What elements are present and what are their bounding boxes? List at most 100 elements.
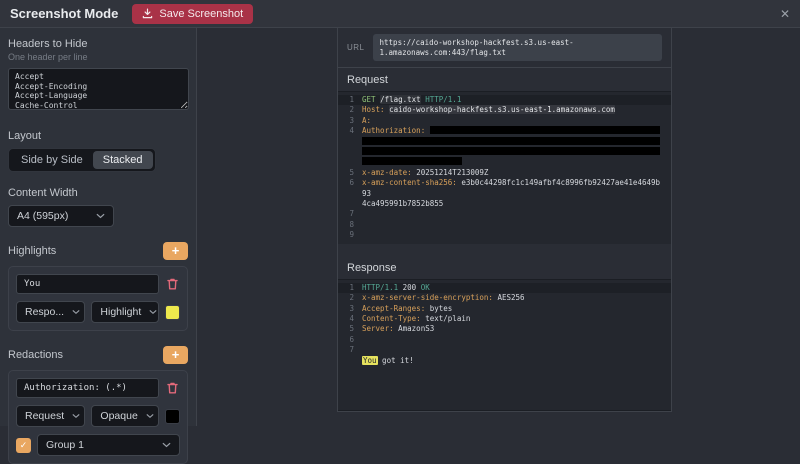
screenshot-preview-panel: URL https://caido-workshop-hackfest.s3.u… — [337, 28, 672, 412]
save-button-label: Save Screenshot — [159, 8, 243, 20]
line-number: 9 — [342, 230, 354, 240]
response-code-editor: 1HTTP/1.1 200 OK2x-amz-server-side-encry… — [338, 279, 671, 411]
line-number: 7 — [342, 209, 354, 219]
line-number: 3 — [342, 304, 354, 314]
redaction-entry-card: Request Opaque ✓ Group 1 — [8, 370, 188, 464]
headers-to-hide-textarea[interactable]: Accept Accept-Encoding Accept-Language C… — [8, 68, 189, 110]
code-line — [338, 137, 671, 147]
code-line: 1GET /flag.txt HTTP/1.1 — [338, 95, 671, 105]
line-number: 8 — [342, 220, 354, 230]
line-number — [342, 147, 354, 157]
url-value: https://caido-workshop-hackfest.s3.us-ea… — [373, 34, 662, 61]
redaction-bar — [430, 126, 660, 134]
line-number: 7 — [342, 345, 354, 355]
redaction-mode-select[interactable]: Opaque — [91, 405, 159, 427]
code-line: 5Server: AmazonS3 — [338, 324, 671, 334]
url-row: URL https://caido-workshop-hackfest.s3.u… — [338, 28, 671, 68]
close-icon[interactable]: ✕ — [780, 8, 790, 20]
trash-icon — [167, 382, 178, 397]
headers-to-hide-hint: One header per line — [8, 52, 188, 62]
line-number: 2 — [342, 105, 354, 115]
code-line: 9 — [338, 230, 671, 240]
line-number: 6 — [342, 178, 354, 199]
line-number: 6 — [342, 335, 354, 345]
line-number — [342, 356, 354, 366]
code-line: 2Host: caido-workshop-hackfest.s3.us-eas… — [338, 105, 671, 115]
page-title: Screenshot Mode — [10, 6, 118, 21]
redaction-bar — [362, 137, 660, 145]
add-highlight-button[interactable]: + — [163, 242, 188, 260]
content-width-value: A4 (595px) — [17, 210, 68, 222]
line-number: 5 — [342, 168, 354, 178]
redaction-bar — [362, 147, 660, 155]
chevron-down-icon — [162, 442, 171, 448]
redaction-target-value: Request — [25, 410, 64, 422]
layout-toggle: Side by Side Stacked — [8, 148, 156, 172]
chevron-down-icon — [72, 413, 80, 419]
redaction-pattern-input[interactable] — [16, 378, 159, 398]
line-number: 4 — [342, 126, 354, 136]
highlight-mode-value: Highlight — [100, 306, 141, 318]
redactions-label: Redactions — [8, 349, 63, 361]
group-select[interactable]: Group 1 — [37, 434, 180, 456]
line-number: 1 — [342, 283, 354, 293]
code-line: 1HTTP/1.1 200 OK — [338, 283, 671, 293]
line-number — [342, 137, 354, 147]
code-line: 6 — [338, 335, 671, 345]
highlight-target-value: Respo... — [25, 306, 64, 318]
highlight-entry-card: Respo... Highlight — [8, 266, 188, 331]
delete-redaction-button[interactable] — [165, 382, 180, 394]
highlight-chip: You — [362, 356, 378, 365]
highlight-color-swatch[interactable] — [165, 305, 180, 320]
chevron-down-icon — [72, 309, 80, 315]
content-width-select[interactable]: A4 (595px) — [8, 205, 114, 227]
trash-icon — [167, 278, 178, 293]
redaction-bar — [362, 157, 462, 165]
line-number: 3 — [342, 116, 354, 126]
save-screenshot-button[interactable]: Save Screenshot — [132, 4, 253, 24]
highlights-label: Highlights — [8, 245, 56, 257]
highlight-pattern-input[interactable] — [16, 274, 159, 294]
code-line: 4ca495991b7852b855 — [338, 199, 671, 209]
code-line — [338, 157, 671, 167]
section-gap — [338, 244, 671, 256]
settings-sidebar: Headers to Hide One header per line Acce… — [0, 28, 197, 426]
line-number: 4 — [342, 314, 354, 324]
code-line: 4Content-Type: text/plain — [338, 314, 671, 324]
highlight-target-select[interactable]: Respo... — [16, 301, 85, 323]
highlight-mode-select[interactable]: Highlight — [91, 301, 159, 323]
layout-option-stacked[interactable]: Stacked — [93, 151, 153, 169]
code-line: 7 — [338, 209, 671, 219]
group-checkbox[interactable]: ✓ — [16, 438, 31, 453]
line-number: 2 — [342, 293, 354, 303]
code-line: You got it! — [338, 356, 671, 366]
code-line: 2x-amz-server-side-encryption: AES256 — [338, 293, 671, 303]
code-line: 8 — [338, 220, 671, 230]
response-section-title: Response — [338, 256, 671, 279]
top-bar: Screenshot Mode Save Screenshot ✕ — [0, 0, 800, 28]
group-value: Group 1 — [46, 439, 84, 451]
code-line: 3Accept-Ranges: bytes — [338, 304, 671, 314]
line-number: 5 — [342, 324, 354, 334]
redaction-target-select[interactable]: Request — [16, 405, 85, 427]
redaction-color-swatch[interactable] — [165, 409, 180, 424]
line-number — [342, 157, 354, 167]
url-label: URL — [347, 43, 365, 52]
headers-to-hide-label: Headers to Hide — [8, 38, 188, 50]
chevron-down-icon — [146, 413, 154, 419]
chevron-down-icon — [149, 309, 157, 315]
code-line: 7 — [338, 345, 671, 355]
code-line: 6x-amz-content-sha256: e3b0c44298fc1c149… — [338, 178, 671, 199]
add-redaction-button[interactable]: + — [163, 346, 188, 364]
code-line: 5x-amz-date: 20251214T213009Z — [338, 168, 671, 178]
code-line — [338, 147, 671, 157]
download-icon — [142, 8, 153, 19]
content-width-label: Content Width — [8, 187, 188, 199]
redaction-mode-value: Opaque — [100, 410, 137, 422]
chevron-down-icon — [96, 213, 105, 219]
line-number: 1 — [342, 95, 354, 105]
delete-highlight-button[interactable] — [165, 278, 180, 290]
layout-label: Layout — [8, 130, 188, 142]
layout-option-side-by-side[interactable]: Side by Side — [11, 151, 93, 169]
code-line: 4Authorization: — [338, 126, 671, 136]
